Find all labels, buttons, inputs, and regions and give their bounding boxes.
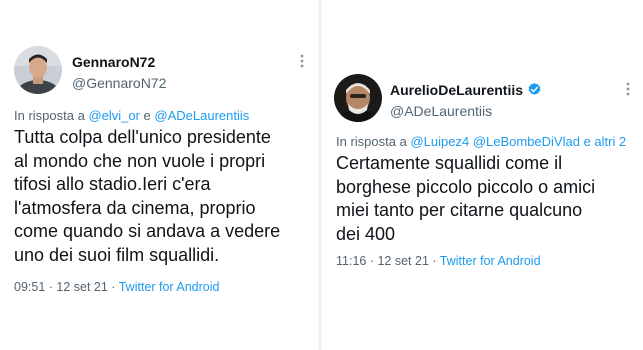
mention-link[interactable]: @Luipez4 [410,134,469,149]
mention-link[interactable]: @elvi_or [88,108,140,123]
tweet-time[interactable]: 11:16 [336,254,366,268]
tweet-text: Tutta colpa dell'unico presidente al mon… [14,127,281,265]
verified-badge-icon [527,82,542,100]
tweet-meta: 11:16 · 12 set 21 · Twitter for Android [336,254,541,268]
mention-link[interactable]: @ADeLaurentiis [154,108,249,123]
mention-link[interactable]: @LeBombeDiVlad [473,134,580,149]
tweet-source[interactable]: Twitter for Android [119,280,220,294]
reply-joiner: e [139,108,155,123]
reply-prefix: In risposta a [14,108,89,123]
tweet-date[interactable]: 12 set 21 [56,280,107,294]
more-dots-icon[interactable] [300,54,304,71]
reply-prefix: In risposta a [336,134,411,149]
display-name[interactable]: GennaroN72 [72,54,155,70]
meta-separator: · [428,254,440,268]
tweet-meta: 09:51 · 12 set 21 · Twitter for Android [14,280,219,294]
avatar[interactable] [334,74,382,122]
tweet-card-left[interactable]: GennaroN72 @GennaroN72 In risposta a @el… [0,0,318,350]
display-name-row: AurelioDeLaurentiis [390,82,542,100]
tweet-text: Certamente squallidi come il borghese pi… [336,153,596,244]
display-name[interactable]: AurelioDeLaurentiis [390,82,523,98]
more-dots-icon[interactable] [626,82,630,99]
user-handle[interactable]: @GennaroN72 [72,75,166,91]
meta-separator: · [107,280,119,294]
tweet-date[interactable]: 12 set 21 [377,254,428,268]
tweet-time[interactable]: 09:51 [14,280,45,294]
meta-separator: · [45,280,57,294]
user-handle[interactable]: @ADeLaurentiis [390,103,492,119]
reply-context: In risposta a @Luipez4 @LeBombeDiVlad e … [336,134,626,149]
reply-others-link[interactable]: e altri 2 [580,134,627,149]
meta-separator: · [366,254,378,268]
tweet-card-right[interactable]: AurelioDeLaurentiis @ADeLaurentiis In ri… [322,0,643,350]
avatar[interactable] [14,46,62,94]
reply-context: In risposta a @elvi_or e @ADeLaurentiis [14,108,249,123]
tweet-source[interactable]: Twitter for Android [440,254,541,268]
